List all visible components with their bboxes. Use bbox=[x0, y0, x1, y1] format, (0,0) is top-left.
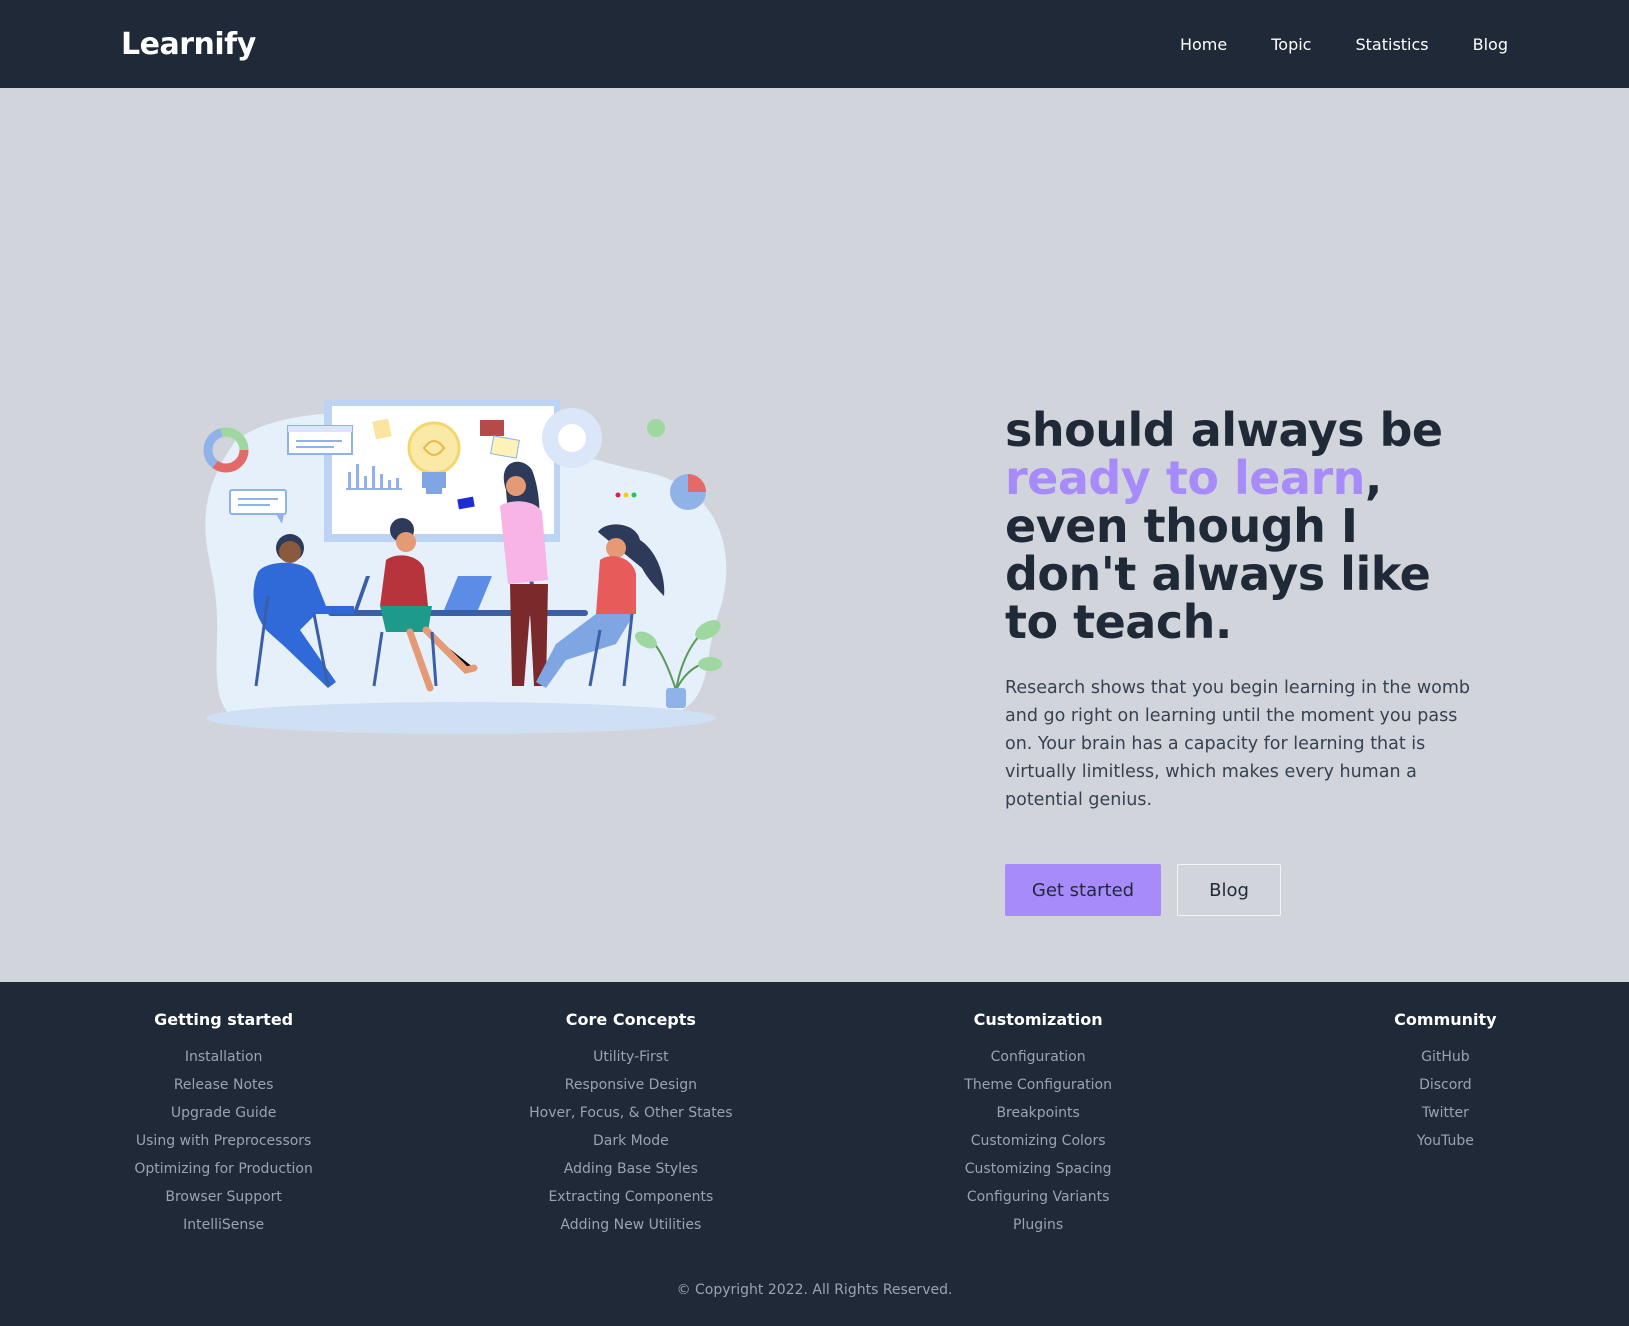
brand-logo[interactable]: Learnify bbox=[121, 27, 256, 62]
footer-link-utility-first[interactable]: Utility-First bbox=[593, 1049, 668, 1065]
footer-link-states[interactable]: Hover, Focus, & Other States bbox=[529, 1105, 732, 1121]
footer-link-breakpoints[interactable]: Breakpoints bbox=[996, 1105, 1079, 1121]
nav-blog[interactable]: Blog bbox=[1473, 35, 1508, 54]
copyright-text: © Copyright 2022. All Rights Reserved. bbox=[676, 1282, 953, 1298]
footer-col-title: Core Concepts bbox=[565, 1010, 696, 1029]
site-footer: Getting started Installation Release Not… bbox=[0, 982, 1629, 1326]
site-header: Learnify Home Topic Statistics Blog bbox=[0, 0, 1629, 88]
footer-link-discord[interactable]: Discord bbox=[1419, 1077, 1472, 1093]
footer-link-base-styles[interactable]: Adding Base Styles bbox=[564, 1161, 698, 1177]
footer-link-new-utilities[interactable]: Adding New Utilities bbox=[560, 1217, 701, 1233]
nav-home[interactable]: Home bbox=[1180, 35, 1227, 54]
main-nav: Home Topic Statistics Blog bbox=[1136, 35, 1508, 54]
hero-text: should always be ready to learn, even th… bbox=[1005, 406, 1475, 916]
hero-description: Research shows that you begin learning i… bbox=[1005, 678, 1470, 810]
footer-link-colors[interactable]: Customizing Colors bbox=[971, 1133, 1106, 1149]
footer-link-installation[interactable]: Installation bbox=[185, 1049, 263, 1065]
footer-link-twitter[interactable]: Twitter bbox=[1422, 1105, 1469, 1121]
footer-col-core-concepts: Core Concepts Utility-First Responsive D… bbox=[447, 1010, 814, 1239]
footer-columns: Getting started Installation Release Not… bbox=[0, 1010, 1629, 1239]
footer-link-browser-support[interactable]: Browser Support bbox=[165, 1189, 282, 1205]
footer-link-github[interactable]: GitHub bbox=[1421, 1049, 1470, 1065]
footer-link-plugins[interactable]: Plugins bbox=[1013, 1217, 1063, 1233]
footer-link-extracting-components[interactable]: Extracting Components bbox=[548, 1189, 713, 1205]
footer-col-community: Community GitHub Discord Twitter YouTube bbox=[1262, 1010, 1629, 1239]
footer-col-title: Customization bbox=[973, 1010, 1103, 1029]
footer-link-intellisense[interactable]: IntelliSense bbox=[183, 1217, 264, 1233]
nav-statistics[interactable]: Statistics bbox=[1355, 35, 1428, 54]
footer-link-variants[interactable]: Configuring Variants bbox=[967, 1189, 1110, 1205]
footer-col-getting-started: Getting started Installation Release Not… bbox=[40, 1010, 407, 1239]
footer-link-spacing[interactable]: Customizing Spacing bbox=[965, 1161, 1112, 1177]
team-meeting-illustration bbox=[203, 400, 727, 734]
footer-link-responsive-design[interactable]: Responsive Design bbox=[565, 1077, 697, 1093]
get-started-button[interactable]: Get started bbox=[1005, 864, 1161, 916]
footer-col-title: Community bbox=[1394, 1010, 1497, 1029]
footer-link-upgrade-guide[interactable]: Upgrade Guide bbox=[171, 1105, 276, 1121]
footer-link-optimizing[interactable]: Optimizing for Production bbox=[134, 1161, 312, 1177]
nav-topic[interactable]: Topic bbox=[1271, 35, 1311, 54]
blog-button[interactable]: Blog bbox=[1177, 864, 1281, 916]
footer-link-release-notes[interactable]: Release Notes bbox=[174, 1077, 274, 1093]
footer-col-title: Getting started bbox=[154, 1010, 294, 1029]
hero-headline: should always be ready to learn, even th… bbox=[1005, 406, 1475, 646]
hero-section: should always be ready to learn, even th… bbox=[0, 88, 1629, 982]
hero-actions: Get started Blog bbox=[1005, 864, 1475, 916]
footer-link-preprocessors[interactable]: Using with Preprocessors bbox=[136, 1133, 311, 1149]
footer-col-customization: Customization Configuration Theme Config… bbox=[855, 1010, 1222, 1239]
footer-link-configuration[interactable]: Configuration bbox=[991, 1049, 1086, 1065]
footer-link-youtube[interactable]: YouTube bbox=[1417, 1133, 1474, 1149]
headline-part-1: should always be bbox=[1005, 403, 1443, 457]
footer-link-dark-mode[interactable]: Dark Mode bbox=[593, 1133, 669, 1149]
headline-accent: ready to learn bbox=[1005, 451, 1365, 505]
footer-link-theme-configuration[interactable]: Theme Configuration bbox=[964, 1077, 1112, 1093]
